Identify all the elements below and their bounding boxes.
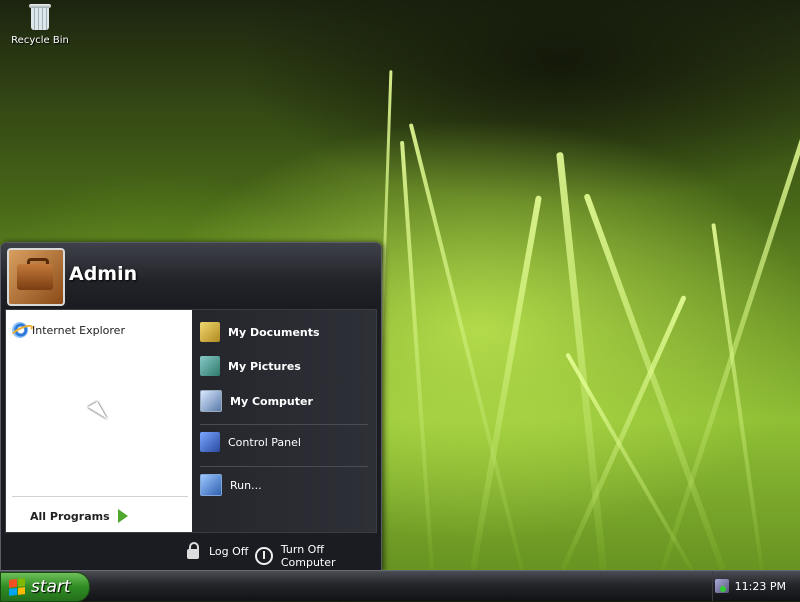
- place-item-run[interactable]: Run...: [200, 474, 262, 496]
- taskbar: start 11:23 PM: [0, 570, 800, 602]
- my-computer-icon: [200, 390, 222, 412]
- start-menu-body: Internet Explorer All Programs My Docume…: [5, 309, 377, 533]
- place-item-label: My Documents: [228, 325, 320, 339]
- start-menu: Admin Internet Explorer All Programs My …: [0, 242, 382, 572]
- recycle-bin-label: Recycle Bin: [11, 35, 69, 46]
- pinned-item-internet-explorer[interactable]: Internet Explorer: [12, 322, 125, 338]
- log-off-label: Log Off: [209, 545, 249, 558]
- right-pane-divider: [200, 424, 368, 425]
- log-off-button[interactable]: Log Off: [187, 541, 249, 559]
- place-item-label: Run...: [230, 478, 262, 492]
- arrow-right-icon: [118, 509, 128, 523]
- recycle-bin-icon: [28, 2, 52, 32]
- user-avatar[interactable]: [7, 248, 65, 306]
- turn-off-computer-button[interactable]: Turn Off Computer: [255, 543, 381, 569]
- grass-blade: [565, 352, 694, 571]
- control-panel-icon: [200, 432, 220, 452]
- my-pictures-icon: [200, 356, 220, 376]
- network-icon[interactable]: [714, 579, 729, 593]
- power-icon: [255, 547, 273, 565]
- place-item-label: Control Panel: [228, 435, 301, 449]
- lock-icon: [187, 541, 199, 559]
- place-item-my-computer[interactable]: My Computer: [200, 390, 313, 412]
- start-button[interactable]: start: [0, 572, 90, 602]
- all-programs-button[interactable]: All Programs: [30, 510, 110, 523]
- windows-logo-icon: [9, 578, 25, 596]
- grass-blade: [556, 151, 607, 571]
- start-menu-right-pane: My Documents My Pictures My Computer Con…: [192, 310, 376, 532]
- place-item-my-documents[interactable]: My Documents: [200, 322, 320, 342]
- left-pane-divider: [12, 496, 188, 497]
- place-item-control-panel[interactable]: Control Panel: [200, 432, 301, 452]
- recycle-bin-shortcut[interactable]: Recycle Bin: [8, 2, 72, 46]
- grass-blade: [583, 193, 726, 572]
- clock[interactable]: 11:23 PM: [735, 580, 786, 593]
- pinned-item-label: Internet Explorer: [32, 323, 125, 337]
- right-pane-divider: [200, 466, 368, 467]
- system-tray: 11:23 PM: [712, 571, 800, 601]
- my-documents-icon: [200, 322, 220, 342]
- start-menu-header: Admin: [1, 243, 381, 307]
- internet-explorer-icon: [12, 322, 28, 338]
- place-item-my-pictures[interactable]: My Pictures: [200, 356, 301, 376]
- place-item-label: My Pictures: [228, 359, 301, 373]
- run-icon: [200, 474, 222, 496]
- turn-off-label: Turn Off Computer: [280, 543, 336, 569]
- place-item-label: My Computer: [230, 394, 313, 408]
- start-menu-footer: Log Off Turn Off Computer: [1, 535, 381, 571]
- user-name: Admin: [69, 263, 138, 285]
- start-label: start: [31, 577, 71, 597]
